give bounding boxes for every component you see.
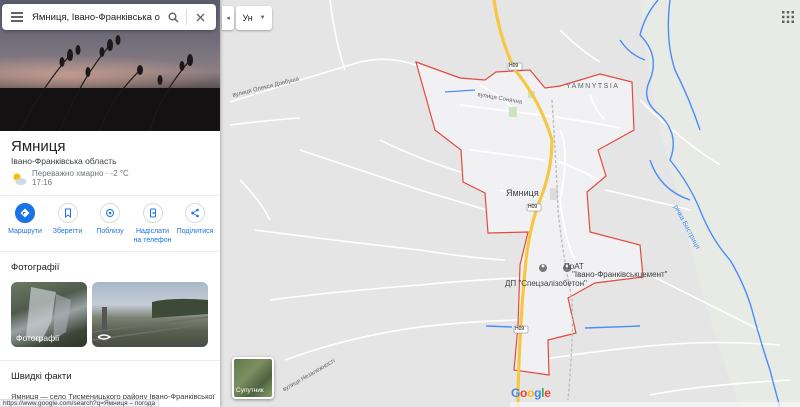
- nearby-button[interactable]: Поблизу: [89, 203, 131, 245]
- action-buttons: Маршрути Зберегти Поблизу Надіслати на т…: [4, 203, 216, 245]
- map-label-town: Ямниця: [506, 188, 539, 198]
- satellite-label: Супутник: [236, 387, 264, 394]
- nearby-label: Поблизу: [96, 228, 124, 235]
- apps-grid-icon[interactable]: [782, 10, 794, 28]
- photo-thumbnail-waterfall[interactable]: Фотографії: [11, 282, 87, 347]
- divider: [0, 251, 220, 252]
- collapse-panel-button[interactable]: ◂: [222, 6, 234, 30]
- directions-button[interactable]: Маршрути: [4, 203, 46, 245]
- photos-section-title: Фотографії: [11, 262, 60, 273]
- share-icon: [185, 203, 205, 223]
- dropdown-arrow-icon: ▼: [259, 15, 266, 21]
- share-label: Поділитися: [176, 228, 214, 235]
- partly-cloudy-icon: [13, 173, 27, 185]
- map-label-town-latin: YAMNYTSIA: [566, 83, 620, 90]
- place-title: Ямниця: [11, 138, 66, 155]
- place-subtitle: Івано-Франківська область: [11, 156, 117, 166]
- close-icon[interactable]: [187, 4, 213, 30]
- layer-select-value: Ун: [242, 13, 253, 23]
- map-graphic[interactable]: [220, 0, 800, 407]
- map-label-poi-1-line2: "Івано-Франківськцемент": [572, 270, 668, 279]
- send-to-phone-label: Надіслати на телефон: [133, 228, 172, 244]
- save-label: Зберегти: [52, 228, 83, 235]
- bookmark-icon: [57, 203, 78, 223]
- photos-label: Фотографії: [16, 333, 60, 343]
- status-url: https://www.google.com/search?q=Ямниця –…: [0, 399, 160, 407]
- nearby-icon: [100, 203, 120, 223]
- map-label-road-h09-a: H09: [509, 63, 519, 69]
- map-label-poi-2: ДП "Спецзалізобетон": [505, 279, 587, 288]
- save-button[interactable]: Зберегти: [47, 203, 89, 245]
- google-logo: Google: [511, 386, 551, 400]
- 360-view-icon: [97, 334, 111, 340]
- map-canvas[interactable]: YAMNYTSIA Ямниця ПрАТ "Івано-Франківськц…: [220, 0, 800, 407]
- search-icon[interactable]: [160, 4, 186, 30]
- place-panel: Ямниця Івано-Франківська область Переваж…: [0, 0, 220, 407]
- map-label-road-h09-b: H09: [528, 204, 538, 210]
- directions-label: Маршрути: [8, 228, 42, 235]
- weather-time: 17:16: [32, 178, 53, 187]
- menu-icon[interactable]: [2, 4, 32, 30]
- satellite-layer-toggle[interactable]: Супутник: [232, 357, 274, 399]
- search-box: [2, 4, 216, 30]
- directions-icon: [15, 203, 35, 223]
- divider: [0, 195, 220, 196]
- layer-select[interactable]: Ун ▼: [236, 6, 272, 30]
- map-label-road-h09-c: H09: [515, 326, 525, 332]
- weather-text: Переважно хмарно · -2 °C: [32, 169, 129, 178]
- send-to-phone-button[interactable]: Надіслати на телефон: [132, 203, 174, 245]
- share-button[interactable]: Поділитися: [174, 203, 216, 245]
- search-input[interactable]: [32, 11, 160, 23]
- phone-icon: [142, 203, 163, 223]
- map-footer: [510, 402, 800, 407]
- divider: [0, 360, 220, 361]
- quick-facts-title: Швидкі факти: [11, 371, 72, 382]
- photo-thumbnail-railway[interactable]: [92, 282, 208, 347]
